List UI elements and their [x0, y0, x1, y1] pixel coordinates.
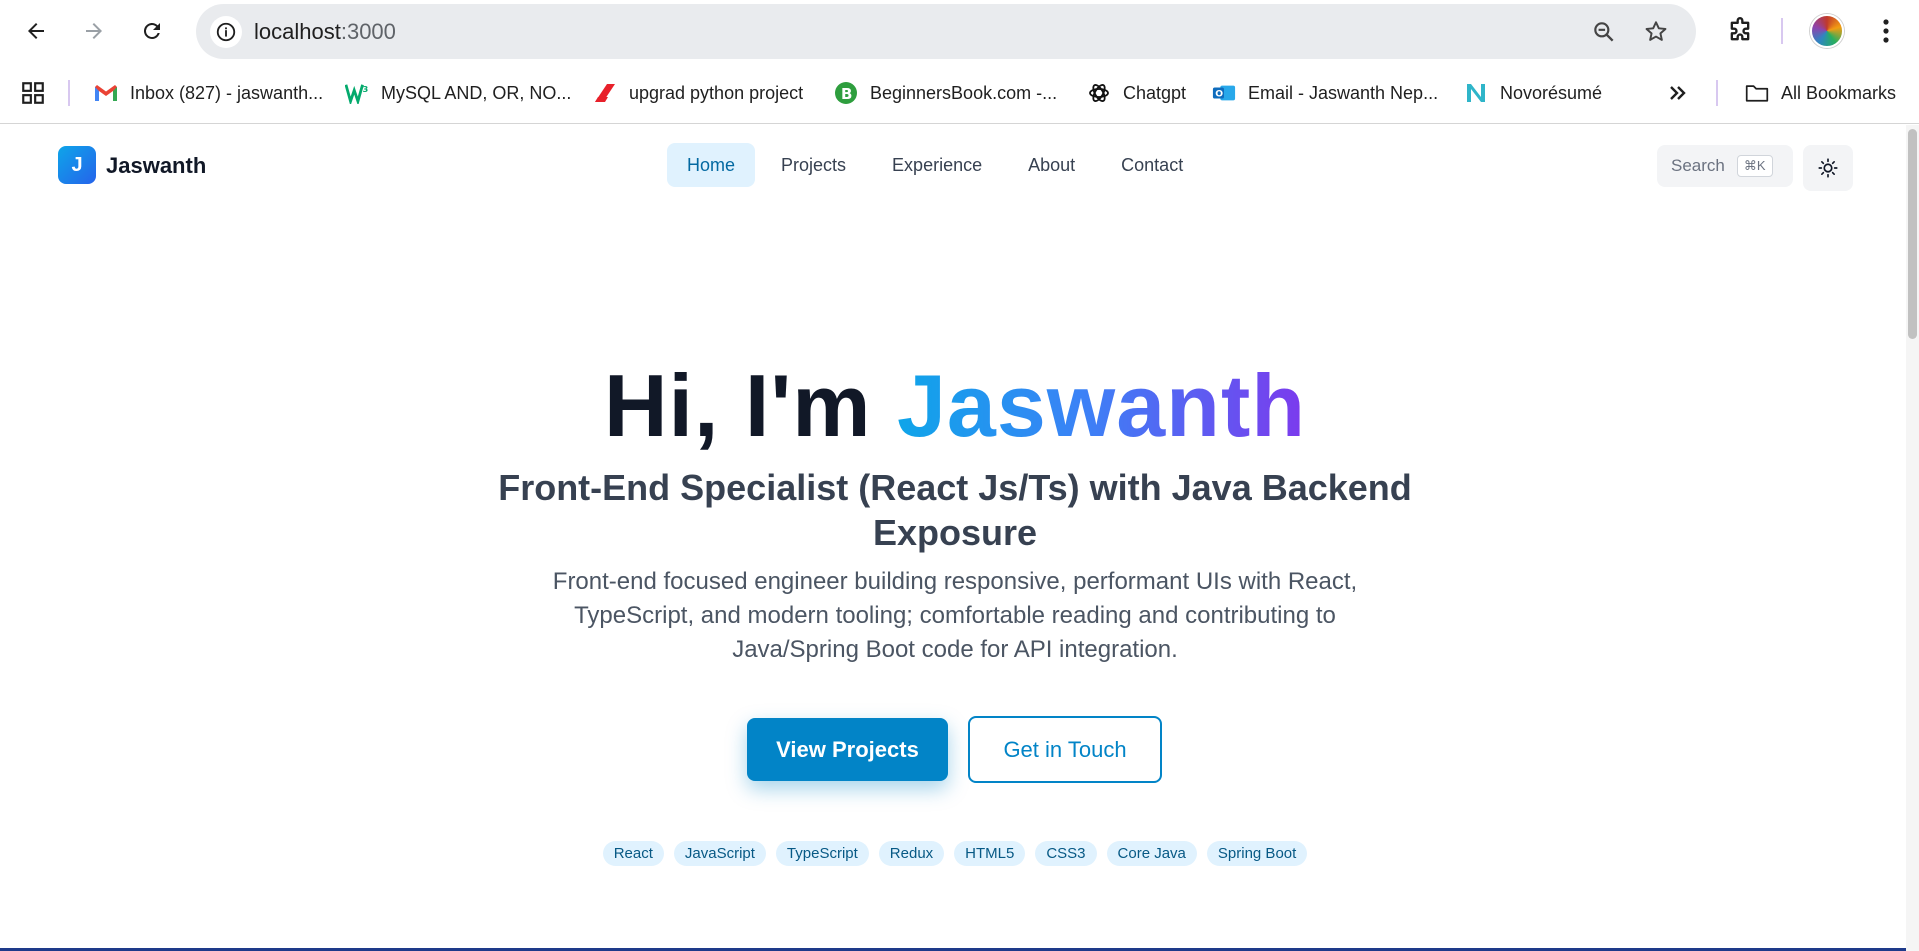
- hero-title: Hi, I'm Jaswanth: [0, 355, 1910, 457]
- page-scrollbar[interactable]: [1906, 125, 1919, 951]
- upgrad-icon: [593, 81, 617, 105]
- svg-text:B: B: [841, 85, 852, 103]
- folder-icon: [1745, 81, 1769, 105]
- hero-description: Front-end focused engineer building resp…: [552, 568, 1358, 663]
- bookmark-upgrad[interactable]: upgrad python project: [593, 78, 803, 108]
- bookmark-novoresume[interactable]: Novorésumé: [1464, 78, 1602, 108]
- bookmarks-divider: [68, 80, 70, 106]
- nav-projects[interactable]: Projects: [761, 143, 866, 187]
- skill-tag: Core Java: [1106, 841, 1197, 866]
- extensions-button[interactable]: [1722, 13, 1758, 49]
- bookmarks-divider-right: [1716, 80, 1718, 106]
- apps-grid-icon: [22, 82, 44, 104]
- scrollbar-thumb[interactable]: [1908, 129, 1917, 339]
- main-nav: Home Projects Experience About Contact: [667, 143, 1203, 187]
- apps-button[interactable]: [20, 78, 46, 108]
- novoresume-icon: [1464, 81, 1488, 105]
- bookmark-beginnersbook[interactable]: B BeginnersBook.com -...: [834, 78, 1057, 108]
- beginnersbook-icon: B: [834, 81, 858, 105]
- logo-text[interactable]: Jaswanth: [106, 153, 206, 179]
- gmail-icon: [94, 81, 118, 105]
- nav-contact[interactable]: Contact: [1101, 143, 1203, 187]
- hero-greeting: Hi, I'm: [604, 356, 897, 455]
- profile-avatar[interactable]: [1810, 14, 1844, 48]
- bookmarks-bar: Inbox (827) - jaswanth... 3 MySQL AND, O…: [0, 62, 1919, 124]
- w3schools-icon: 3: [345, 81, 369, 105]
- zoom-icon[interactable]: [1591, 19, 1617, 45]
- nav-experience[interactable]: Experience: [872, 143, 1002, 187]
- logo-mark[interactable]: J: [58, 146, 96, 184]
- back-button[interactable]: [16, 11, 56, 51]
- arrow-right-icon: [86, 23, 102, 39]
- toolbar-divider: [1781, 18, 1783, 44]
- skill-tag: HTML5: [954, 841, 1026, 866]
- browser-toolbar: localhost:3000: [0, 0, 1919, 62]
- sun-icon: [1818, 158, 1838, 178]
- site-header: J Jaswanth Home Projects Experience Abou…: [0, 125, 1906, 205]
- arrow-left-icon: [28, 23, 44, 39]
- get-in-touch-button[interactable]: Get in Touch: [968, 716, 1162, 783]
- all-bookmarks-button[interactable]: All Bookmarks: [1745, 78, 1896, 108]
- address-bar[interactable]: localhost:3000: [196, 4, 1696, 59]
- search-label: Search: [1671, 156, 1725, 175]
- skill-tag: TypeScript: [775, 841, 869, 866]
- forward-button[interactable]: [74, 11, 114, 51]
- site-info-icon[interactable]: [210, 15, 242, 48]
- hero-name: Jaswanth: [896, 356, 1306, 455]
- search-shortcut: ⌘K: [1736, 155, 1773, 177]
- portfolio-page: J Jaswanth Home Projects Experience Abou…: [0, 125, 1906, 951]
- menu-button[interactable]: [1868, 13, 1904, 49]
- bookmark-w3schools[interactable]: 3 MySQL AND, OR, NO...: [345, 78, 571, 108]
- nav-about[interactable]: About: [1008, 143, 1095, 187]
- reload-button[interactable]: [132, 11, 172, 51]
- chatgpt-icon: [1087, 81, 1111, 105]
- svg-text:O: O: [1215, 89, 1223, 100]
- outlook-icon: O: [1212, 81, 1236, 105]
- theme-toggle-button[interactable]: [1803, 145, 1853, 191]
- reload-icon: [143, 22, 160, 39]
- skill-tag: React: [602, 841, 664, 866]
- kebab-menu-icon: [1883, 19, 1889, 43]
- double-chevron-right-icon: [1670, 86, 1686, 100]
- view-projects-button[interactable]: View Projects: [747, 718, 948, 781]
- bookmark-outlook[interactable]: O Email - Jaswanth Nep...: [1212, 78, 1438, 108]
- skill-tag: Redux: [878, 841, 945, 866]
- bookmark-gmail[interactable]: Inbox (827) - jaswanth...: [94, 78, 323, 108]
- bookmark-star-icon[interactable]: [1643, 19, 1669, 45]
- search-button[interactable]: Search ⌘K: [1657, 145, 1793, 187]
- bookmark-chatgpt[interactable]: Chatgpt: [1087, 78, 1186, 108]
- svg-text:3: 3: [363, 84, 369, 94]
- skill-tag: Spring Boot: [1206, 841, 1308, 866]
- url-text: localhost:3000: [254, 18, 396, 44]
- skill-tags: React JavaScript TypeScript Redux HTML5 …: [0, 841, 1910, 866]
- more-bookmarks-button[interactable]: [1668, 78, 1688, 108]
- skill-tag: JavaScript: [673, 841, 766, 866]
- nav-home[interactable]: Home: [667, 143, 756, 187]
- skill-tag: CSS3: [1035, 841, 1097, 866]
- puzzle-icon: [1730, 17, 1750, 41]
- hero-subtitle: Front-End Specialist (React Js/Ts) with …: [498, 467, 1412, 553]
